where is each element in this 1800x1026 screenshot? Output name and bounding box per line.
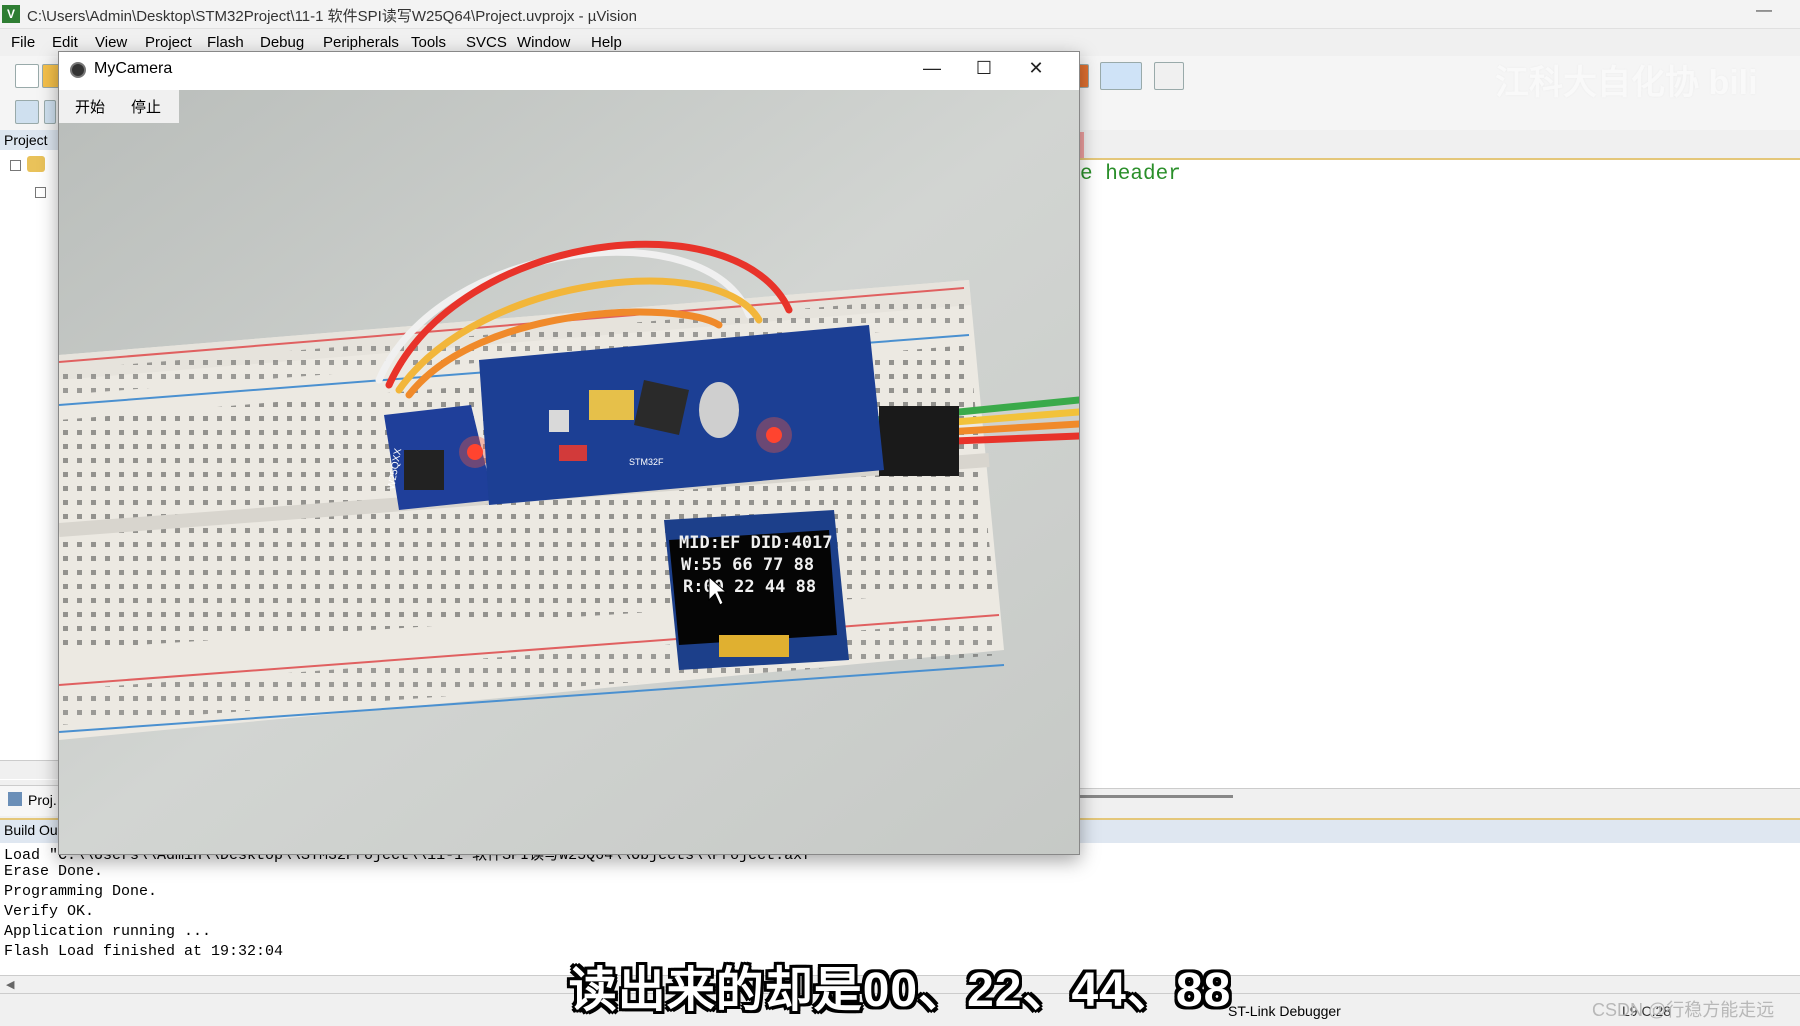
editor-hscroll[interactable]: [1078, 788, 1800, 819]
camera-maximize-button[interactable]: ☐: [969, 58, 999, 79]
camera-start-button[interactable]: 开始: [75, 96, 105, 117]
oled-line-3: R:00 22 44 88: [683, 577, 816, 597]
menu-debug[interactable]: Debug: [260, 34, 304, 51]
oled-display: MID:EF DID:4017 W:55 66 77 88 R:00 22 44…: [664, 510, 849, 670]
camera-minimize-button[interactable]: —: [917, 58, 947, 79]
window-layout-icon[interactable]: [1100, 62, 1142, 90]
project-panel-title: Project: [4, 132, 48, 148]
menu-help[interactable]: Help: [591, 34, 622, 51]
menu-svcs[interactable]: SVCS: [466, 34, 507, 51]
tree-collapse-icon[interactable]: [35, 187, 46, 198]
project-tab-strip: Proj...: [0, 785, 65, 816]
output-line: Erase Done.: [4, 863, 104, 880]
camera-frame-image: W25QXX STM32F MID:EF DID:4017 W:55 66 77…: [59, 90, 1079, 854]
channel-watermark-logo: 江科大自化协 bili: [1495, 64, 1758, 102]
code-editor[interactable]: [1078, 158, 1800, 790]
window-title: C:\Users\Admin\Desktop\STM32Project\11-1…: [27, 8, 637, 25]
project-target-icon: [27, 156, 45, 172]
menu-peripherals[interactable]: Peripherals: [323, 34, 399, 51]
project-hscroll[interactable]: [0, 760, 60, 779]
board-label: STM32F: [629, 457, 664, 467]
wrench-icon[interactable]: [1154, 62, 1184, 90]
menu-file[interactable]: File: [11, 34, 35, 51]
project-tab-icon: [8, 792, 22, 806]
build-target-icon[interactable]: [15, 100, 39, 124]
editor-scroll-thumb[interactable]: [1078, 795, 1233, 798]
camera-title-bar[interactable]: MyCamera — ☐ ✕: [59, 52, 1079, 90]
menu-view[interactable]: View: [95, 34, 127, 51]
camera-close-button[interactable]: ✕: [1021, 58, 1051, 79]
menu-flash[interactable]: Flash: [207, 34, 244, 51]
output-line: Verify OK.: [4, 903, 95, 920]
menu-project[interactable]: Project: [145, 34, 192, 51]
build-output-title: Build Ou: [4, 822, 58, 838]
oled-line-2: W:55 66 77 88: [681, 555, 814, 575]
menu-tools[interactable]: Tools: [411, 34, 446, 51]
oled-line-1: MID:EF DID:4017: [679, 533, 833, 553]
uvision-app-icon: V: [2, 5, 20, 23]
project-panel: [0, 130, 61, 780]
output-line: Application running ...: [4, 923, 212, 940]
camera-icon: [70, 62, 86, 78]
wire-connector: [879, 406, 959, 476]
minimize-button[interactable]: —: [1756, 2, 1772, 20]
new-file-icon[interactable]: [15, 64, 39, 88]
menu-window[interactable]: Window: [517, 34, 570, 51]
camera-video-view: W25QXX STM32F MID:EF DID:4017 W:55 66 77…: [59, 90, 1079, 854]
tree-collapse-icon[interactable]: [10, 160, 21, 171]
menu-edit[interactable]: Edit: [52, 34, 78, 51]
camera-button-bar: 开始 停止: [59, 90, 179, 123]
video-subtitle: 读出来的却是00、22、44、88: [568, 964, 1232, 1017]
camera-stop-button[interactable]: 停止: [131, 96, 161, 117]
code-comment-line: e header: [1080, 163, 1181, 186]
rebuild-icon[interactable]: [44, 100, 56, 124]
camera-window-title: MyCamera: [94, 60, 173, 77]
camera-window[interactable]: MyCamera — ☐ ✕ W25QXX STM32F MID:EF DID:…: [58, 51, 1080, 855]
editor-tab-strip: [1078, 130, 1800, 158]
output-line: Programming Done.: [4, 883, 158, 900]
